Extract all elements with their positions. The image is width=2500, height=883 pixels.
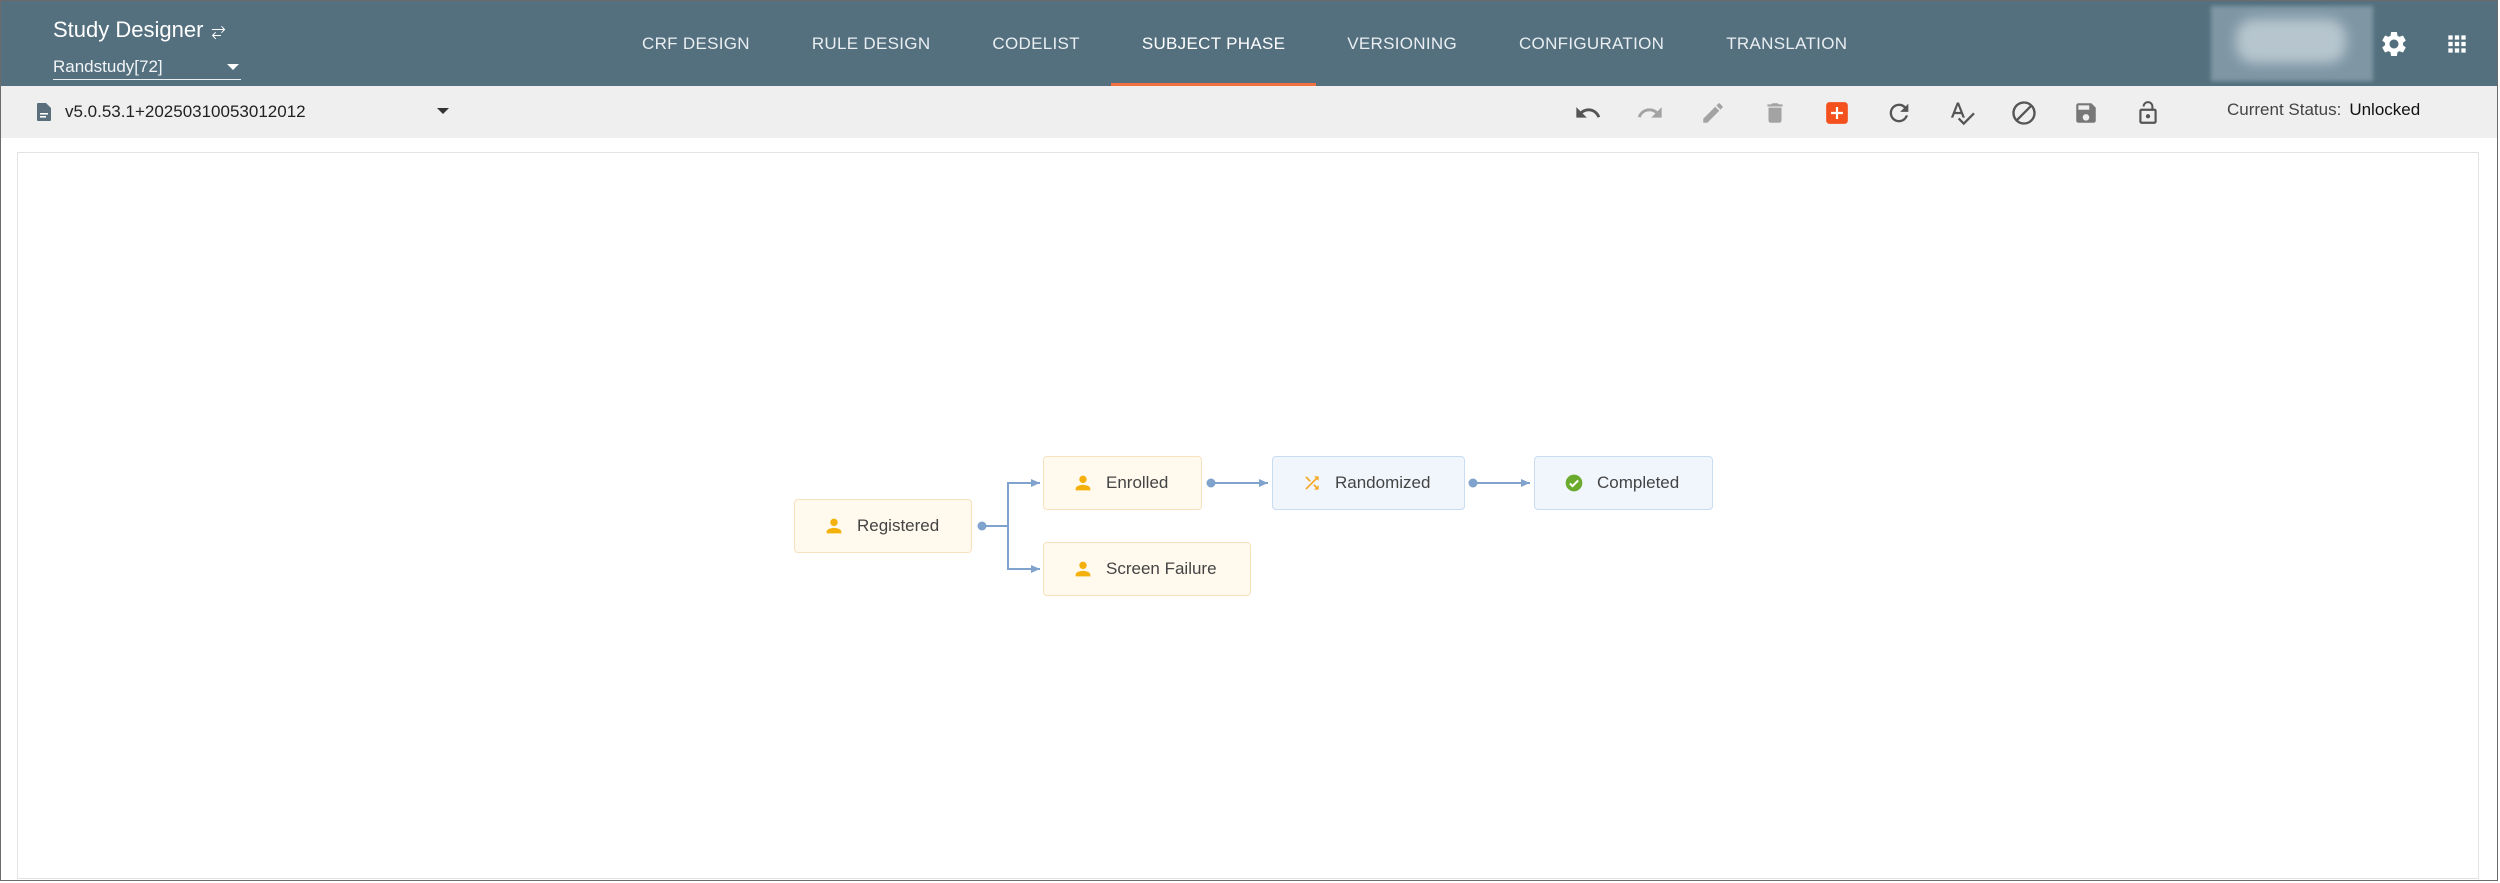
- toolbar: v5.0.53.1+20250310053012012 Current Stat…: [1, 86, 2497, 138]
- chevron-down-icon[interactable]: [437, 108, 449, 114]
- tab-versioning[interactable]: VERSIONING: [1316, 1, 1488, 86]
- top-header: Study Designer ⥂ Randstudy[72] CRF DESIG…: [1, 1, 2497, 86]
- node-registered[interactable]: Registered: [794, 499, 972, 553]
- node-enrolled[interactable]: Enrolled: [1043, 456, 1202, 510]
- tab-label: CONFIGURATION: [1518, 33, 1665, 53]
- edit-pencil-icon[interactable]: [1698, 98, 1728, 128]
- tab-translation[interactable]: TRANSLATION: [1695, 1, 1878, 86]
- add-icon[interactable]: [1822, 98, 1852, 128]
- spellcheck-icon[interactable]: [1947, 98, 1977, 128]
- check-circle-icon: [1563, 472, 1585, 494]
- status-label: Current Status:: [2227, 100, 2342, 119]
- settings-gear-icon[interactable]: [2377, 27, 2411, 61]
- app-title: Study Designer: [53, 17, 204, 42]
- refresh-icon[interactable]: [1884, 98, 1914, 128]
- user-account-blurred-detail: [2236, 19, 2346, 63]
- tab-label: SUBJECT PHASE: [1141, 33, 1286, 53]
- shuffle-icon: [1301, 472, 1323, 494]
- app-window: Study Designer ⥂ Randstudy[72] CRF DESIG…: [0, 0, 2498, 881]
- subject-phase-canvas[interactable]: Registered Enrolled Screen Failure Rando…: [17, 152, 2479, 879]
- tab-crf-design[interactable]: CRF DESIGN: [611, 1, 781, 86]
- person-icon: [823, 515, 845, 537]
- tab-label: CRF DESIGN: [642, 33, 750, 53]
- node-label: Randomized: [1335, 473, 1431, 492]
- save-icon[interactable]: [2071, 98, 2101, 128]
- edge-randomized-completed: [1468, 478, 1530, 488]
- node-randomized[interactable]: Randomized: [1272, 456, 1465, 510]
- person-icon: [1072, 558, 1094, 580]
- swap-icon[interactable]: ⥂: [211, 21, 225, 39]
- document-icon: [37, 103, 51, 121]
- tab-configuration[interactable]: CONFIGURATION: [1488, 1, 1695, 86]
- edge-registered-enrolled: [977, 479, 1040, 531]
- node-label: Screen Failure: [1106, 559, 1217, 578]
- edge-registered-screen-failure: [1007, 526, 1040, 573]
- tab-label: CODELIST: [992, 33, 1080, 53]
- lock-open-icon[interactable]: [2133, 98, 2163, 128]
- delete-trash-icon[interactable]: [1760, 98, 1790, 128]
- app-title-group: Study Designer ⥂: [53, 17, 226, 43]
- node-label: Enrolled: [1106, 473, 1169, 492]
- edge-enrolled-randomized: [1206, 478, 1268, 488]
- current-status: Current Status: Unlocked: [2227, 100, 2420, 120]
- chevron-down-icon: [227, 64, 239, 70]
- flow-edges: [977, 478, 1530, 573]
- version-value: v5.0.53.1+20250310053012012: [65, 102, 306, 121]
- main-tabs: CRF DESIGN RULE DESIGN CODELIST SUBJECT …: [611, 1, 1878, 86]
- node-label: Completed: [1597, 473, 1680, 492]
- version-selector[interactable]: v5.0.53.1+20250310053012012: [37, 100, 306, 124]
- tab-rule-design[interactable]: RULE DESIGN: [781, 1, 962, 86]
- redo-icon[interactable]: [1635, 98, 1665, 128]
- apps-grid-icon[interactable]: [2440, 27, 2474, 61]
- tab-subject-phase[interactable]: SUBJECT PHASE: [1110, 1, 1317, 86]
- tab-codelist[interactable]: CODELIST: [961, 1, 1110, 86]
- status-value: Unlocked: [2349, 100, 2421, 119]
- tab-label: RULE DESIGN: [811, 33, 931, 53]
- undo-icon[interactable]: [1573, 98, 1603, 128]
- tab-label: TRANSLATION: [1726, 33, 1848, 53]
- person-icon: [1072, 472, 1094, 494]
- node-completed[interactable]: Completed: [1534, 456, 1713, 510]
- node-screen-failure[interactable]: Screen Failure: [1043, 542, 1251, 596]
- block-icon[interactable]: [2009, 98, 2039, 128]
- node-label: Registered: [857, 516, 940, 535]
- study-selector[interactable]: Randstudy[72]: [53, 55, 241, 80]
- tab-label: VERSIONING: [1347, 33, 1457, 53]
- study-selector-value: Randstudy[72]: [53, 57, 163, 76]
